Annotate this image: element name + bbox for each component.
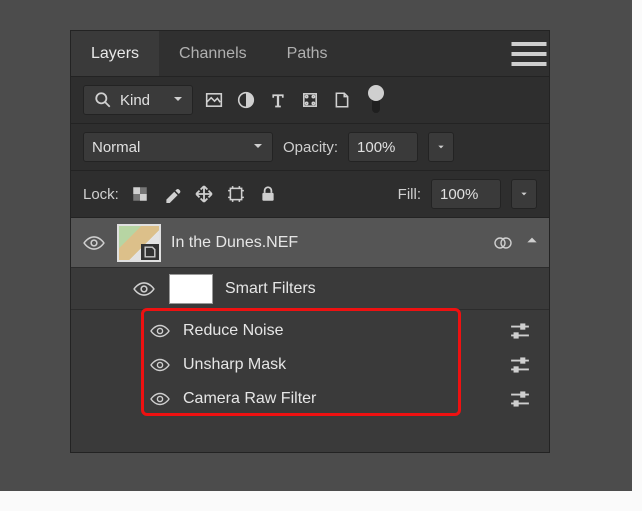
layer-row[interactable]: In the Dunes.NEF [71, 218, 549, 268]
filter-name: Unsharp Mask [183, 356, 286, 374]
blend-mode-dropdown[interactable]: Normal [83, 132, 273, 162]
layer-filter-row: Kind [71, 77, 549, 124]
collapse-chevron-icon[interactable] [525, 233, 539, 252]
filter-blend-options-icon[interactable] [509, 357, 539, 373]
filter-toggle[interactable] [363, 87, 389, 113]
chevron-down-icon [252, 139, 264, 156]
opacity-label: Opacity: [283, 139, 338, 156]
opacity-dropdown[interactable] [428, 132, 454, 162]
filter-pixel-icon[interactable] [203, 89, 225, 111]
filter-blend-options-icon[interactable] [509, 391, 539, 407]
smart-filters-header[interactable]: Smart Filters [71, 268, 549, 310]
visibility-eye-icon[interactable] [81, 235, 107, 251]
tab-channels[interactable]: Channels [159, 31, 267, 76]
blend-row: Normal Opacity: 100% [71, 124, 549, 171]
filter-type-icon[interactable] [267, 89, 289, 111]
panel-tabs: Layers Channels Paths [71, 31, 549, 77]
filter-row-unsharp-mask[interactable]: Unsharp Mask [71, 348, 549, 382]
layer-thumbnail[interactable] [117, 224, 161, 262]
lock-position-icon[interactable] [193, 183, 215, 205]
layer-name[interactable]: In the Dunes.NEF [171, 234, 481, 252]
smart-filters-label: Smart Filters [225, 280, 316, 298]
lock-pixels-icon[interactable] [161, 183, 183, 205]
smart-filters-mask-thumbnail[interactable] [169, 274, 213, 304]
filter-name: Reduce Noise [183, 322, 284, 340]
filter-shape-icon[interactable] [299, 89, 321, 111]
layers-panel: Layers Channels Paths Kind [70, 30, 550, 453]
lock-transparent-icon[interactable] [129, 183, 151, 205]
filter-name: Camera Raw Filter [183, 390, 316, 408]
panel-menu-icon[interactable] [509, 34, 549, 74]
lock-label: Lock: [83, 186, 119, 203]
filter-smartobject-icon[interactable] [331, 89, 353, 111]
filter-kind-dropdown[interactable]: Kind [83, 85, 193, 115]
smart-object-badge-icon [141, 244, 159, 260]
filter-kind-label: Kind [120, 92, 150, 109]
filter-row-reduce-noise[interactable]: Reduce Noise [71, 314, 549, 348]
visibility-eye-icon[interactable] [147, 324, 173, 338]
lock-row: Lock: Fill: 100% [71, 171, 549, 218]
layer-link-icon[interactable] [491, 231, 515, 255]
visibility-eye-icon[interactable] [131, 281, 157, 297]
lock-all-icon[interactable] [257, 183, 279, 205]
tab-paths[interactable]: Paths [267, 31, 348, 76]
fill-value[interactable]: 100% [431, 179, 501, 209]
filter-adjustment-icon[interactable] [235, 89, 257, 111]
fill-label: Fill: [398, 186, 421, 203]
search-icon [92, 89, 114, 111]
chevron-down-icon [172, 92, 184, 109]
tab-layers[interactable]: Layers [71, 31, 159, 76]
filter-blend-options-icon[interactable] [509, 323, 539, 339]
fill-dropdown[interactable] [511, 179, 537, 209]
opacity-value[interactable]: 100% [348, 132, 418, 162]
layers-list: In the Dunes.NEF Smart Filters [71, 218, 549, 452]
lock-artboard-icon[interactable] [225, 183, 247, 205]
visibility-eye-icon[interactable] [147, 358, 173, 372]
blend-mode-value: Normal [92, 139, 140, 156]
filter-row-camera-raw[interactable]: Camera Raw Filter [71, 382, 549, 416]
visibility-eye-icon[interactable] [147, 392, 173, 406]
